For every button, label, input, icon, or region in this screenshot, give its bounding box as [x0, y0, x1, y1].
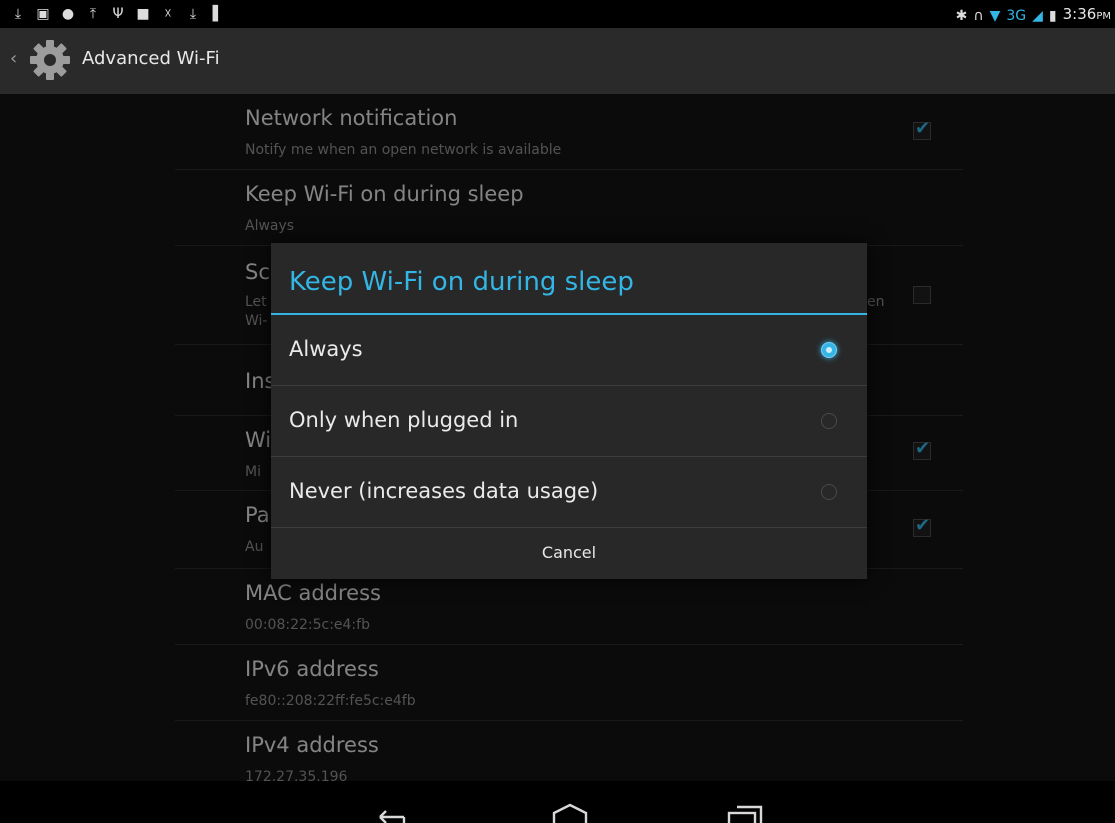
lock-icon: ■	[136, 6, 150, 22]
option-always[interactable]: Always	[271, 315, 867, 386]
alert-icon: ●	[61, 6, 75, 22]
image-icon: ▣	[36, 6, 50, 22]
upload-icon: ⤒	[89, 6, 97, 22]
radio-unselected-icon[interactable]	[821, 413, 837, 429]
network-type: 3G	[1006, 7, 1027, 24]
battery-icon: ▮	[1048, 7, 1057, 24]
headset-icon: ∩	[973, 7, 984, 24]
option-label: Only when plugged in	[289, 408, 519, 432]
settings-gear-icon[interactable]	[28, 38, 72, 82]
clock-ampm: PM	[1096, 11, 1111, 22]
home-icon[interactable]	[550, 803, 590, 823]
navigation-bar	[0, 781, 1115, 823]
download-icon: ⤓	[14, 6, 22, 22]
status-bar: ⤓ ▣ ● ⤒ Ψ ■ ☓ ⤓ ▌ ✱ ∩ ▼ 3G ◢ ▮ 3:36PM	[0, 0, 1115, 28]
keep-wifi-dialog: Keep Wi-Fi on during sleep Always Only w…	[271, 243, 867, 579]
barcode-icon: ▌	[212, 6, 224, 22]
radio-selected-icon[interactable]	[821, 342, 837, 358]
usb-icon: Ψ	[112, 6, 124, 22]
bluetooth-icon: ✱	[955, 7, 968, 24]
notification-icons: ⤓ ▣ ● ⤒ Ψ ■ ☓ ⤓ ▌	[10, 4, 226, 24]
option-label: Never (increases data usage)	[289, 479, 599, 503]
up-caret-icon[interactable]: ‹	[10, 48, 17, 69]
action-bar: ‹ Advanced Wi-Fi	[0, 28, 1115, 94]
recents-icon[interactable]	[725, 803, 765, 823]
option-never[interactable]: Never (increases data usage)	[271, 457, 867, 528]
option-only-when-plugged-in[interactable]: Only when plugged in	[271, 386, 867, 457]
screen-title: Advanced Wi-Fi	[82, 48, 220, 69]
missed-call-icon: ☓	[164, 6, 172, 22]
android-screen: ⤓ ▣ ● ⤒ Ψ ■ ☓ ⤓ ▌ ✱ ∩ ▼ 3G ◢ ▮ 3:36PM ‹	[0, 0, 1115, 823]
option-label: Always	[289, 337, 363, 361]
wifi-icon: ▼	[989, 7, 1001, 24]
clock-time: 3:36	[1062, 5, 1097, 23]
signal-icon: ◢	[1032, 7, 1043, 24]
radio-unselected-icon[interactable]	[821, 484, 837, 500]
system-icons: ✱ ∩ ▼ 3G ◢ ▮ 3:36PM	[956, 4, 1111, 27]
back-icon[interactable]	[370, 803, 410, 823]
dialog-title: Keep Wi-Fi on during sleep	[289, 267, 634, 297]
clock: 3:36PM	[1063, 4, 1111, 27]
download-icon: ⤓	[189, 6, 197, 22]
cancel-button[interactable]: Cancel	[271, 527, 867, 579]
